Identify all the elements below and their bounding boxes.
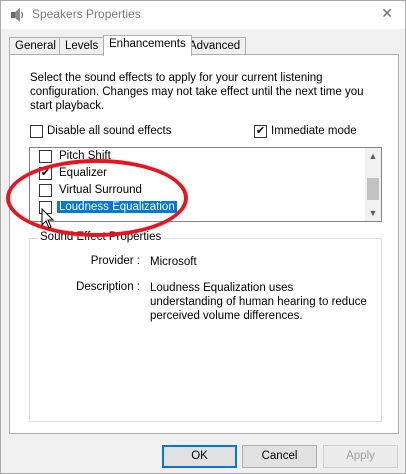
apply-button[interactable]: Apply (323, 445, 398, 468)
scroll-up-icon[interactable]: ▲ (365, 148, 381, 164)
description-label: Description : (76, 281, 140, 293)
list-item[interactable]: Loudness Equalization (30, 199, 366, 216)
description-value: Loudness Equalization uses understanding… (150, 282, 367, 322)
list-item[interactable]: Virtual Surround (30, 182, 366, 199)
tab-advanced[interactable]: Advanced (183, 37, 247, 55)
list-item[interactable]: Pitch Shift (30, 148, 366, 165)
immediate-mode-checkbox[interactable]: ✔ (254, 125, 267, 138)
virtual-surround-label: Virtual Surround (59, 184, 142, 196)
equalizer-checkbox[interactable]: ✔ (39, 167, 52, 180)
window-title: Speakers Properties (32, 7, 141, 21)
speaker-icon (9, 7, 25, 23)
enhancements-description: Select the sound effects to apply for yo… (30, 72, 364, 112)
provider-value: Microsoft (150, 256, 197, 268)
tab-general[interactable]: General (9, 37, 62, 55)
group-title: Sound Effect Properties (38, 231, 164, 243)
virtual-surround-checkbox[interactable] (39, 184, 52, 197)
loudness-equalization-label: Loudness Equalization (57, 201, 177, 213)
cancel-button[interactable]: Cancel (242, 445, 317, 468)
enhancements-panel: Select the sound effects to apply for yo… (9, 54, 399, 434)
provider-label: Provider : (90, 255, 140, 267)
close-icon[interactable]: ✕ (381, 4, 393, 22)
disable-all-checkbox[interactable] (30, 125, 43, 138)
list-scrollbar[interactable]: ▲ ▼ (365, 148, 381, 221)
scroll-thumb[interactable] (367, 178, 379, 200)
scroll-down-icon[interactable]: ▼ (365, 205, 381, 221)
pitch-shift-label: Pitch Shift (59, 150, 111, 162)
speakers-properties-dialog: Speakers Properties ✕ General Levels Enh… (0, 0, 406, 474)
mouse-cursor-icon (41, 207, 55, 230)
pitch-shift-checkbox[interactable] (39, 150, 52, 163)
tab-enhancements[interactable]: Enhancements (103, 35, 192, 56)
equalizer-label: Equalizer (59, 167, 107, 179)
sound-effect-properties-group: Sound Effect Properties Provider : Micro… (29, 231, 382, 422)
tab-strip: General Levels Enhancements Advanced (9, 35, 399, 56)
immediate-mode-label: Immediate mode (271, 125, 357, 137)
title-bar[interactable]: Speakers Properties ✕ (1, 1, 405, 29)
ok-button[interactable]: OK (162, 445, 237, 468)
tab-levels[interactable]: Levels (59, 37, 105, 55)
list-item[interactable]: ✔ Equalizer (30, 165, 366, 182)
sound-effects-list[interactable]: Pitch Shift ✔ Equalizer Virtual Surround… (29, 147, 382, 222)
disable-all-label: Disable all sound effects (47, 125, 172, 137)
